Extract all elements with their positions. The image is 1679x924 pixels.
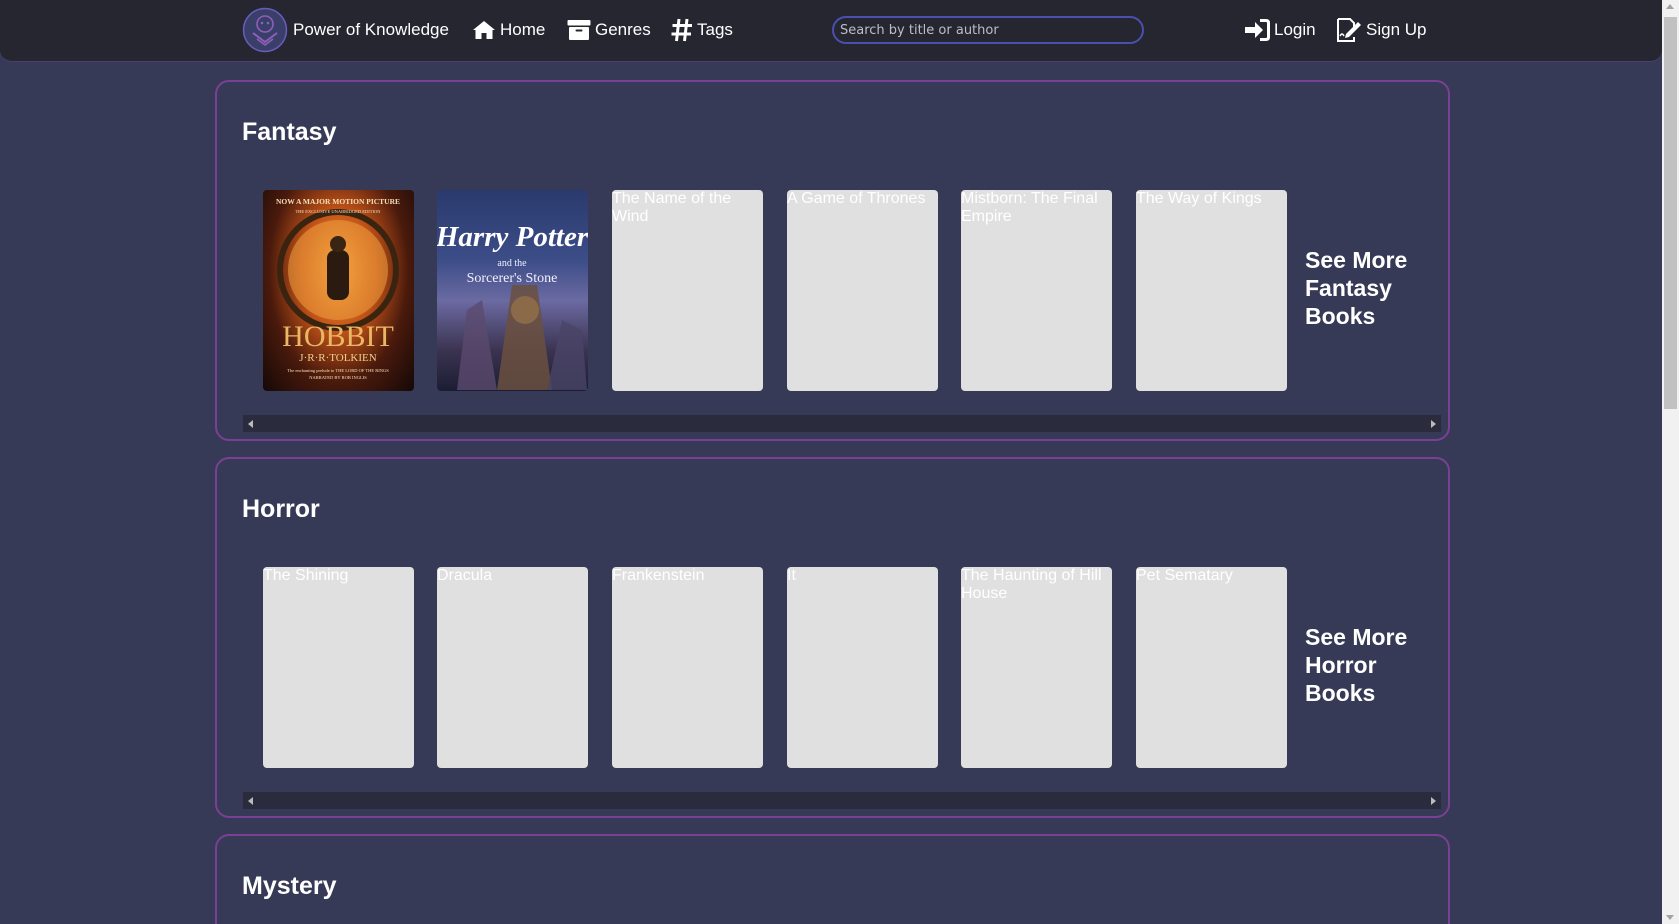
cover-narrator: NARRATED BY ROB INGLIS xyxy=(309,375,367,380)
book-title: Mistborn: The Final Empire xyxy=(961,190,1098,225)
book-title: The Haunting of Hill House xyxy=(961,567,1102,602)
home-icon xyxy=(473,21,495,39)
genre-section-fantasy: Fantasy NOW A MAJOR MOTION PICTURE THE E… xyxy=(215,80,1450,441)
scrollbar-thumb[interactable] xyxy=(1664,17,1677,409)
cover-sub: and the xyxy=(497,258,527,269)
scroll-left-arrow-icon[interactable] xyxy=(248,420,253,428)
see-more-fantasy-link[interactable]: See More Fantasy Books xyxy=(1305,246,1435,330)
see-more-horror-link[interactable]: See More Horror Books xyxy=(1305,623,1435,707)
book-title: The Way of Kings xyxy=(1136,190,1262,207)
cover-top-line: NOW A MAJOR MOTION PICTURE xyxy=(276,197,400,206)
book-card[interactable]: The Name of the Wind xyxy=(612,190,763,391)
book-card[interactable]: The Way of Kings xyxy=(1136,190,1287,391)
top-navbar: Power of Knowledge Home Genres Tags Logi… xyxy=(0,0,1662,62)
hashtag-icon xyxy=(671,18,692,42)
signup-label: Sign Up xyxy=(1366,20,1427,39)
book-title: Pet Sematary xyxy=(1136,567,1233,584)
brand-logo-icon xyxy=(242,7,288,53)
signature-icon xyxy=(1337,18,1361,42)
book-title: The Shining xyxy=(263,567,349,584)
book-card-harry-potter[interactable]: Harry Potter and the Sorcerer's Stone xyxy=(437,190,588,391)
book-cover-harry-potter: Harry Potter and the Sorcerer's Stone xyxy=(437,221,588,390)
signup-link[interactable]: Sign Up xyxy=(1336,17,1426,43)
scroll-right-arrow-icon[interactable] xyxy=(1431,420,1436,428)
scroll-left-arrow-icon[interactable] xyxy=(248,797,253,805)
book-title: Frankenstein xyxy=(612,567,705,584)
genre-section-horror: Horror The Shining Dracula Frankenstein … xyxy=(215,457,1450,818)
genre-section-mystery: Mystery xyxy=(215,834,1450,924)
cover-name: HOBBIT xyxy=(282,320,394,353)
archive-box-icon xyxy=(567,20,591,40)
section-title: Horror xyxy=(242,495,320,523)
section-title: Fantasy xyxy=(242,118,337,146)
book-card[interactable]: Pet Sematary xyxy=(1136,567,1287,768)
brand-name: Power of Knowledge xyxy=(293,20,449,39)
scroll-right-arrow-icon[interactable] xyxy=(1431,797,1436,805)
cover-tagline: The enchanting prelude to THE LORD OF TH… xyxy=(287,368,389,373)
horizontal-scrollbar[interactable] xyxy=(243,792,1441,809)
section-title: Mystery xyxy=(242,872,337,900)
book-card[interactable]: A Game of Thrones xyxy=(787,190,938,391)
book-card[interactable]: Mistborn: The Final Empire xyxy=(961,190,1112,391)
book-cover-the-hobbit: NOW A MAJOR MOTION PICTURE THE EXCLUSIVE… xyxy=(276,197,400,380)
book-card[interactable]: The Haunting of Hill House xyxy=(961,567,1112,768)
scroll-down-arrow-icon[interactable] xyxy=(1666,915,1674,920)
search-input[interactable] xyxy=(832,16,1144,44)
nav-genres-link[interactable]: Genres xyxy=(567,17,651,43)
book-card[interactable]: Frankenstein xyxy=(612,567,763,768)
cover-edition: THE EXCLUSIVE UNABRIDGED EDITION xyxy=(295,209,381,214)
brand-link[interactable]: Power of Knowledge xyxy=(242,7,449,53)
book-title: It xyxy=(787,567,796,584)
book-card[interactable]: Dracula xyxy=(437,567,588,768)
horizontal-scrollbar[interactable] xyxy=(243,415,1441,432)
book-card[interactable]: The Shining xyxy=(263,567,414,768)
book-card-the-hobbit[interactable]: NOW A MAJOR MOTION PICTURE THE EXCLUSIVE… xyxy=(263,190,414,391)
login-link[interactable]: Login xyxy=(1244,17,1316,43)
page-scrollbar[interactable] xyxy=(1662,0,1679,924)
cover-name: Harry Potter xyxy=(437,221,588,253)
login-label: Login xyxy=(1274,20,1316,39)
nav-home-label: Home xyxy=(500,20,546,39)
nav-tags-link[interactable]: Tags xyxy=(671,17,733,43)
nav-home-link[interactable]: Home xyxy=(472,17,545,43)
book-title: Dracula xyxy=(437,567,493,584)
cover-author: J·R·R·TOLKIEN xyxy=(299,352,376,364)
nav-genres-label: Genres xyxy=(595,20,651,39)
sign-in-icon xyxy=(1245,19,1270,41)
cover-subtitle: Sorcerer's Stone xyxy=(467,271,558,286)
scroll-up-arrow-icon[interactable] xyxy=(1666,4,1674,9)
nav-tags-label: Tags xyxy=(697,20,733,39)
book-card[interactable]: It xyxy=(787,567,938,768)
book-title: A Game of Thrones xyxy=(787,190,926,207)
book-title: The Name of the Wind xyxy=(612,190,732,225)
